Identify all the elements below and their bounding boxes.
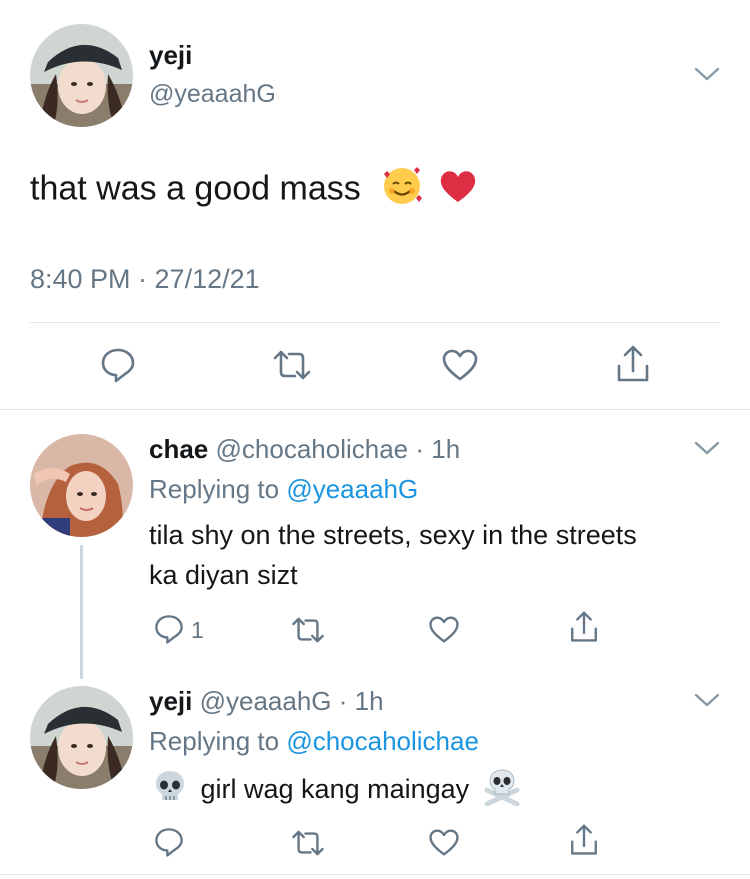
reply-text-line: tila shy on the streets, sexy in the str… [149,520,637,550]
reply-text-line: ka diyan sizt [149,560,298,590]
reply-header: yeji @yeaaahG · 1h [149,686,384,717]
reply-time[interactable]: · 1h [339,686,384,716]
tweet-text: that was a good mass [30,164,480,217]
red-heart-icon [436,164,480,217]
replying-to-label: Replying to [149,726,280,756]
reply-icon[interactable] [99,346,137,384]
reply-count: 1 [191,617,204,643]
chevron-down-icon[interactable] [694,440,720,456]
replying-to: Replying to @chocaholichae [149,726,479,757]
chevron-down-icon[interactable] [694,692,720,708]
smiling-face-with-hearts-icon [380,164,424,217]
handle[interactable]: @yeaaahG [200,686,332,716]
section-divider [0,409,750,410]
tweet-timestamp[interactable]: 8:40 PM · 27/12/21 [30,264,260,295]
display-name[interactable]: yeji [149,40,192,71]
retweet-icon[interactable] [290,615,326,645]
bottom-divider [0,874,750,875]
retweet-icon[interactable] [271,348,313,382]
avatar-yeji[interactable] [30,686,133,789]
replying-to: Replying to @yeaaahG [149,474,418,505]
reply-text-content: girl wag kang maingay [200,773,470,804]
tweet-text-content: that was a good mass [30,169,361,208]
reply-icon[interactable] [153,613,185,645]
replying-to-label: Replying to [149,474,280,504]
reply-header: chae @chocaholichae · 1h [149,434,460,465]
like-icon[interactable] [428,828,460,857]
share-icon[interactable] [568,823,600,857]
handle[interactable]: @yeaaahG [149,80,276,109]
avatar-chae[interactable] [30,434,133,537]
retweet-icon[interactable] [290,828,326,858]
skull-and-crossbones-icon [483,768,521,813]
mention-link[interactable]: @yeaaahG [286,474,418,504]
mention-link[interactable]: @chocaholichae [286,726,479,756]
share-icon[interactable] [568,610,600,644]
reply-icon[interactable] [153,826,185,858]
display-name[interactable]: chae [149,434,208,464]
reply-time[interactable]: · 1h [415,434,460,464]
chevron-down-icon[interactable] [694,66,720,82]
share-icon[interactable] [614,344,652,384]
display-name[interactable]: yeji [149,686,192,716]
like-icon[interactable] [428,615,460,644]
thread-line [80,545,83,679]
divider [30,322,720,323]
reply-text: girl wag kang maingay [153,768,521,813]
skull-icon [153,769,187,812]
like-icon[interactable] [441,348,479,382]
avatar-yeji[interactable] [30,24,133,127]
handle[interactable]: @chocaholichae [216,434,409,464]
